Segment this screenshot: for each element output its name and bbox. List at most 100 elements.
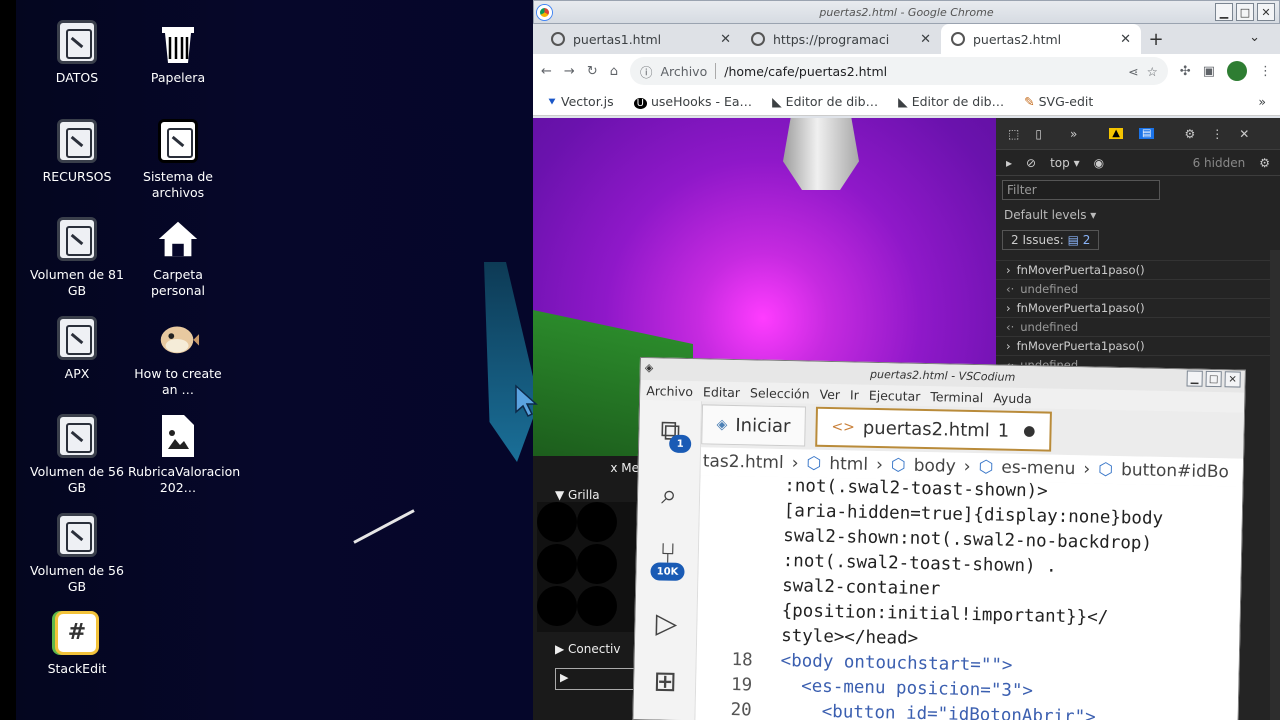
sidepanel-icon[interactable]: ▣ bbox=[1203, 64, 1215, 79]
breadcrumb-file[interactable]: tas2.html bbox=[703, 451, 784, 473]
tab-puertas2[interactable]: puertas2.html ✕ bbox=[941, 24, 1141, 54]
menu-seleccion[interactable]: Selección bbox=[750, 385, 810, 401]
unsaved-dot-icon[interactable]: ● bbox=[1023, 423, 1036, 439]
console-entry[interactable]: › fnMoverPuerta1paso() bbox=[996, 260, 1280, 279]
tab-close-icon[interactable]: ✕ bbox=[920, 32, 931, 47]
menu-archivo[interactable]: Archivo bbox=[646, 383, 693, 399]
omnibox[interactable]: ⓘ Archivo /home/cafe/puertas2.html ⋖ ☆ bbox=[629, 57, 1168, 85]
run-debug-icon[interactable]: ▷ bbox=[635, 598, 698, 647]
chrome-logo-icon bbox=[537, 5, 552, 20]
vs-minimize-button[interactable]: ▁ bbox=[1186, 370, 1203, 387]
search-icon[interactable]: ⌕ bbox=[638, 470, 701, 519]
tab-label: puertas1.html bbox=[573, 31, 662, 47]
desktop-icon-label: DATOS bbox=[55, 70, 99, 85]
menu-ir[interactable]: Ir bbox=[850, 387, 859, 402]
share-icon[interactable]: ⋖ bbox=[1128, 64, 1138, 79]
tab-search-chevron-icon[interactable]: ⌄ bbox=[1249, 30, 1260, 45]
menu-ver[interactable]: Ver bbox=[819, 386, 840, 401]
vs-close-button[interactable]: ✕ bbox=[1224, 371, 1241, 388]
breadcrumb-es-menu[interactable]: es-menu bbox=[1001, 458, 1075, 480]
bookmark-usehooks[interactable]: U useHooks - Ea… bbox=[633, 94, 752, 109]
bookmarks-overflow-icon[interactable]: » bbox=[1258, 94, 1266, 109]
tab-puertas2-html[interactable]: <> puertas2.html 1 ● bbox=[814, 406, 1052, 452]
menu-ejecutar[interactable]: Ejecutar bbox=[869, 387, 921, 403]
bookmark-star-icon[interactable]: ☆ bbox=[1147, 64, 1158, 79]
new-tab-button[interactable]: + bbox=[1141, 29, 1171, 50]
devtools-close-icon[interactable]: ✕ bbox=[1239, 127, 1249, 141]
menu-terminal[interactable]: Terminal bbox=[930, 389, 983, 405]
console-filter-input[interactable]: Filter bbox=[1002, 180, 1160, 200]
more-tabs-icon[interactable]: » bbox=[1070, 127, 1077, 141]
minimize-button[interactable]: ▁ bbox=[1215, 3, 1233, 21]
reload-icon[interactable]: ↻ bbox=[587, 64, 598, 79]
close-button[interactable]: ✕ bbox=[1257, 3, 1275, 21]
home-icon[interactable]: ⌂ bbox=[610, 64, 618, 79]
extensions-icon[interactable]: ✣ bbox=[1180, 64, 1191, 79]
chrome-menu-icon[interactable]: ⋮ bbox=[1259, 64, 1272, 79]
desktop-icon-label: StackEdit bbox=[47, 661, 107, 676]
desktop-icon-how-to-create[interactable]: How to create an … bbox=[128, 316, 228, 398]
drive-icon bbox=[156, 119, 200, 163]
gui-header[interactable]: x Me bbox=[533, 456, 645, 480]
desktop-icon-label: RECURSOS bbox=[42, 169, 112, 184]
menu-editar[interactable]: Editar bbox=[703, 384, 740, 400]
console-scrollbar[interactable] bbox=[1270, 250, 1280, 720]
tab-close-icon[interactable]: ✕ bbox=[720, 32, 731, 47]
desktop-icon-recursos[interactable]: RECURSOS bbox=[27, 119, 127, 185]
console-output: › fnMoverPuerta1paso() ‹· undefined › fnMov… bbox=[996, 260, 1280, 374]
back-icon[interactable]: ← bbox=[541, 64, 552, 79]
gui-play-control[interactable]: ▶ bbox=[555, 668, 635, 690]
desktop-icon-sistema-archivos[interactable]: Sistema de archivos bbox=[128, 119, 228, 201]
desktop-icon-label: Carpeta personal bbox=[151, 267, 205, 298]
inspect-icon[interactable]: ⬚ bbox=[1008, 127, 1019, 141]
bookmark-editor-dibujo-2[interactable]: ◣ Editor de dib… bbox=[898, 94, 1004, 109]
bookmark-svg-edit[interactable]: ✎ SVG-edit bbox=[1024, 94, 1093, 109]
tab-puertas1[interactable]: puertas1.html ✕ bbox=[541, 24, 741, 54]
issues-button[interactable]: 2 Issues: ▤ 2 bbox=[1002, 230, 1100, 250]
desktop-icon-papelera[interactable]: Papelera bbox=[128, 20, 228, 86]
profile-avatar[interactable] bbox=[1227, 61, 1247, 81]
sidebar-toggle-icon[interactable]: ▸ bbox=[1006, 156, 1012, 170]
gui-grid-preview bbox=[537, 502, 641, 632]
maximize-button[interactable]: □ bbox=[1236, 3, 1254, 21]
console-entry[interactable]: › fnMoverPuerta1paso() bbox=[996, 298, 1280, 317]
tab-iniciar[interactable]: ◈ Iniciar bbox=[701, 404, 806, 447]
devtools-menu-icon[interactable]: ⋮ bbox=[1211, 127, 1223, 141]
console-entry[interactable]: › fnMoverPuerta1paso() bbox=[996, 336, 1280, 355]
desktop-icon-volumen-81[interactable]: Volumen de 81 GB bbox=[27, 217, 127, 299]
console-settings-icon[interactable]: ⚙ bbox=[1259, 156, 1270, 170]
device-toggle-icon[interactable]: ▯ bbox=[1035, 127, 1042, 141]
warning-icon[interactable]: ▲ bbox=[1109, 128, 1123, 139]
html-file-icon: <> bbox=[831, 419, 856, 436]
desktop-icon-rubrica[interactable]: RubricaValoracion 202… bbox=[128, 414, 240, 496]
settings-gear-icon[interactable]: ⚙ bbox=[1184, 127, 1195, 141]
gui-folder-grilla[interactable]: ▼ Grilla bbox=[555, 488, 600, 502]
tab-close-icon[interactable]: ✕ bbox=[1120, 32, 1131, 47]
extensions-icon[interactable]: ⊞ bbox=[634, 656, 697, 705]
vs-maximize-button[interactable]: □ bbox=[1205, 370, 1222, 388]
bookmark-editor-dibujo-1[interactable]: ◣ Editor de dib… bbox=[772, 94, 878, 109]
breadcrumb-body[interactable]: body bbox=[914, 456, 956, 477]
desktop-icon-volumen-56a[interactable]: Volumen de 56 GB bbox=[27, 414, 127, 496]
desktop-icon-stackedit[interactable]: # StackEdit bbox=[27, 611, 127, 677]
tab-programacion[interactable]: https://programaci ✕ bbox=[741, 24, 941, 54]
clear-console-icon[interactable]: ⊘ bbox=[1026, 156, 1036, 170]
bookmark-vectorjs[interactable]: ⯆ Vector.js bbox=[547, 94, 614, 110]
forward-icon[interactable]: → bbox=[564, 64, 575, 79]
message-icon[interactable]: ▤ bbox=[1139, 128, 1155, 139]
eye-icon[interactable]: ◉ bbox=[1094, 156, 1104, 170]
desktop-line bbox=[353, 509, 415, 544]
breadcrumb-html[interactable]: html bbox=[829, 454, 868, 475]
desktop-icon-volumen-56b[interactable]: Volumen de 56 GB bbox=[27, 513, 127, 595]
context-select[interactable]: top ▾ bbox=[1050, 156, 1080, 170]
gui-folder-conectividad[interactable]: ▶ Conectiv bbox=[555, 642, 621, 656]
desktop-icon-label: Sistema de archivos bbox=[143, 169, 213, 200]
desktop-icon-apx[interactable]: APX bbox=[27, 316, 127, 382]
breadcrumb-button[interactable]: button#idBo bbox=[1121, 460, 1229, 482]
log-levels-select[interactable]: Default levels ▾ bbox=[996, 204, 1280, 226]
desktop-icon-datos[interactable]: DATOS bbox=[27, 20, 127, 86]
code-editor[interactable]: :not(.swal2-toast-shown)> [aria-hidden=t… bbox=[695, 475, 1245, 720]
desktop-icon-carpeta-personal[interactable]: Carpeta personal bbox=[128, 217, 228, 299]
info-icon[interactable]: ⓘ bbox=[640, 62, 653, 81]
menu-ayuda[interactable]: Ayuda bbox=[993, 390, 1032, 406]
